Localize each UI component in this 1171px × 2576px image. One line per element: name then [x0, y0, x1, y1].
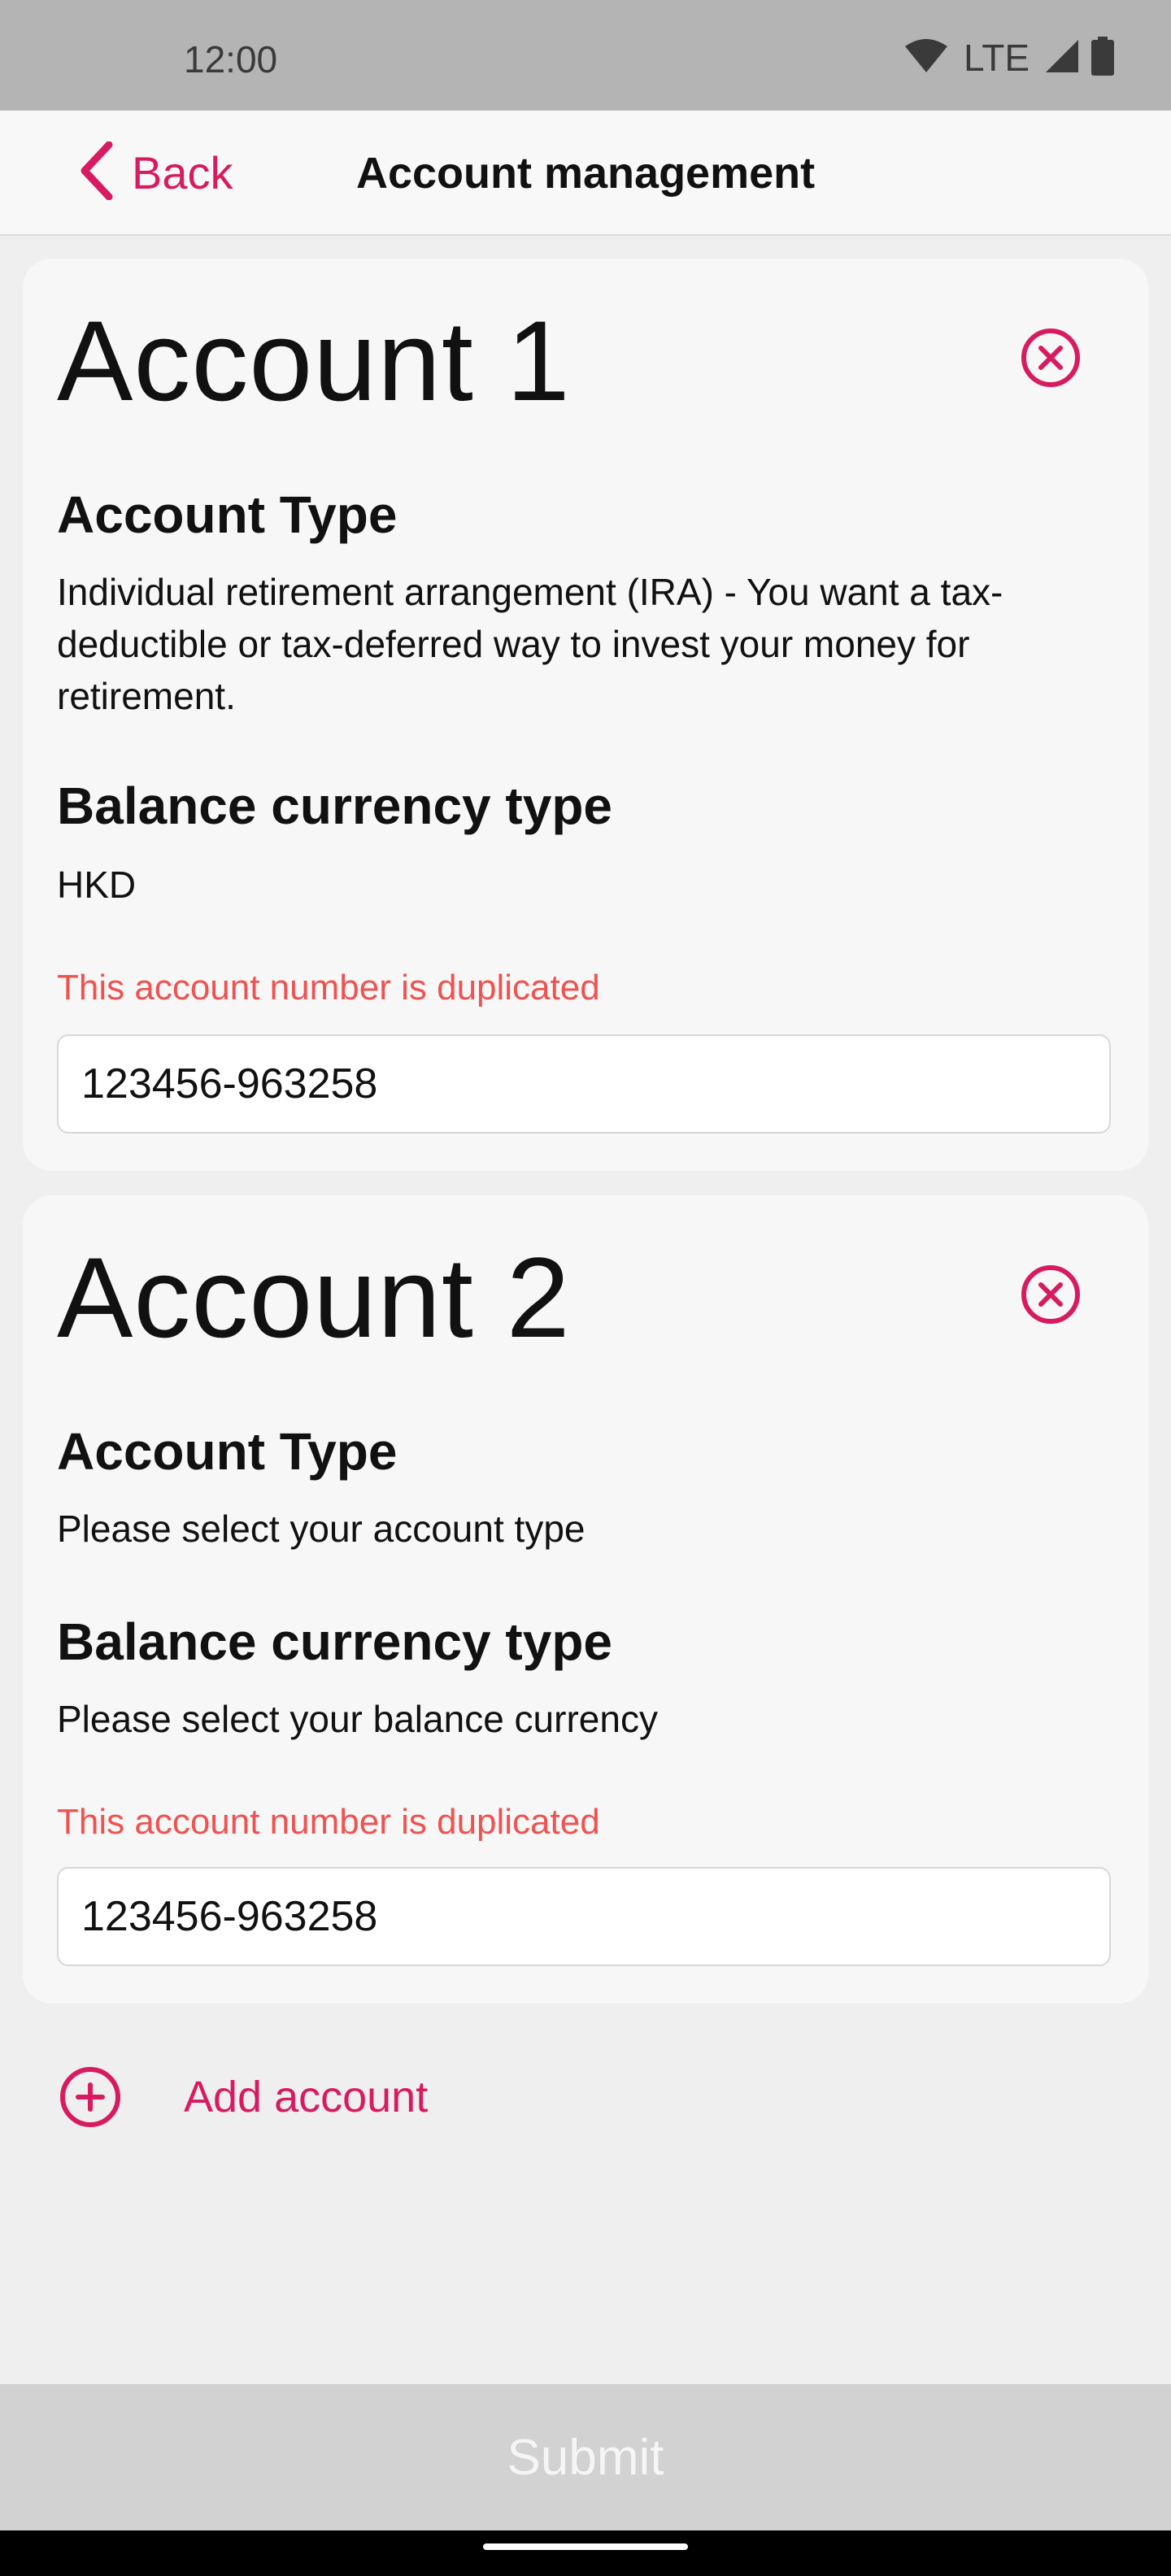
- currency-value[interactable]: HKD: [57, 859, 1114, 911]
- account-type-value[interactable]: Individual retirement arrangement (IRA) …: [57, 566, 1114, 722]
- account-card-2: Account 2 Account Type Please select you…: [23, 1195, 1148, 2004]
- remove-account-button[interactable]: [1020, 1264, 1082, 1325]
- page-title: Account management: [356, 149, 816, 198]
- status-icons: LTE: [903, 36, 1114, 80]
- system-nav-bar: [0, 2530, 1171, 2576]
- network-type: LTE: [964, 37, 1030, 79]
- back-button[interactable]: Back: [78, 135, 233, 210]
- currency-label: Balance currency type: [57, 1612, 612, 1671]
- account-card-1: Account 1 Account Type Individual retire…: [23, 259, 1148, 1171]
- signal-icon: [1044, 38, 1080, 78]
- currency-value[interactable]: Please select your balance currency: [57, 1693, 1114, 1745]
- home-indicator[interactable]: [483, 2543, 688, 2550]
- battery-icon: [1091, 36, 1114, 80]
- app-header: Back Account management: [0, 111, 1171, 236]
- add-account-button[interactable]: Add account: [59, 2065, 428, 2129]
- status-time: 12:00: [184, 38, 278, 80]
- wifi-icon: [903, 38, 949, 78]
- status-bar: 12:00 LTE: [0, 0, 1171, 111]
- account-type-value[interactable]: Please select your account type: [57, 1503, 1114, 1555]
- plus-circle-icon: [60, 2067, 120, 2127]
- currency-label: Balance currency type: [57, 777, 612, 835]
- account-number-error: This account number is duplicated: [57, 1802, 600, 1842]
- account-number-error: This account number is duplicated: [57, 968, 600, 1007]
- account-title: Account 2: [57, 1234, 571, 1361]
- chevron-left-icon: [78, 141, 114, 204]
- account-number-input[interactable]: [57, 1867, 1111, 1966]
- remove-account-button[interactable]: [1020, 327, 1082, 389]
- account-type-label: Account Type: [57, 485, 398, 544]
- account-type-label: Account Type: [57, 1422, 398, 1481]
- account-number-input[interactable]: [57, 1034, 1111, 1134]
- back-label: Back: [132, 146, 233, 198]
- close-circle-icon: [1021, 329, 1080, 387]
- close-circle-icon: [1021, 1265, 1080, 1324]
- submit-label: Submit: [507, 2429, 664, 2486]
- add-account-label: Add account: [184, 2073, 429, 2121]
- submit-button[interactable]: Submit: [0, 2384, 1171, 2530]
- account-title: Account 1: [57, 297, 571, 424]
